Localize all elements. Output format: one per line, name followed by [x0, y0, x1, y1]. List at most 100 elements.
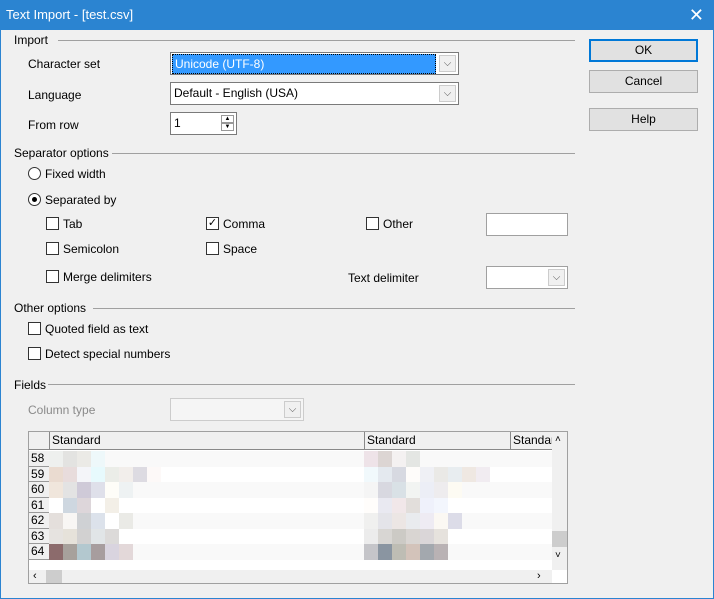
- comma-checkbox[interactable]: ✓: [206, 217, 219, 230]
- other-input[interactable]: [486, 213, 568, 236]
- pixelated-cell: [105, 528, 119, 544]
- charset-select[interactable]: Unicode (UTF-8) ⌵: [170, 52, 459, 75]
- pixelated-cell: [49, 544, 63, 560]
- pixelated-cell: [406, 482, 420, 498]
- pixelated-cell: [420, 513, 434, 529]
- chevron-down-icon: ⌵: [284, 401, 301, 418]
- pixelated-cell: [119, 544, 133, 560]
- pixelated-cell: [77, 466, 91, 482]
- data-preview-grid[interactable]: Standard Standard Standar 58 59 60 61 62 63 64…: [28, 431, 568, 584]
- pixelated-cell: [63, 451, 77, 467]
- text-delimiter-select[interactable]: ⌵: [486, 266, 568, 289]
- pixelated-cell: [147, 466, 161, 482]
- pixelated-cell: [91, 497, 105, 513]
- quoted-field-checkbox[interactable]: [28, 322, 41, 335]
- merge-delimiters-label: Merge delimiters: [63, 270, 152, 284]
- table-row: [49, 451, 552, 467]
- language-value: Default - English (USA): [174, 86, 299, 100]
- pixelated-cell: [105, 497, 119, 513]
- ok-button[interactable]: OK: [589, 39, 698, 62]
- pixelated-cell: [448, 513, 462, 529]
- pixelated-cell: [420, 544, 434, 560]
- pixelated-cell: [378, 544, 392, 560]
- help-button[interactable]: Help: [589, 108, 698, 131]
- table-row: [49, 497, 552, 513]
- pixelated-cell: [406, 544, 420, 560]
- pixelated-cell: [91, 513, 105, 529]
- scroll-left-icon[interactable]: ‹: [33, 570, 37, 582]
- pixelated-cell: [392, 451, 406, 467]
- pixelated-cell: [364, 466, 378, 482]
- charset-value: Unicode (UTF-8): [172, 54, 436, 74]
- tab-checkbox[interactable]: [46, 217, 59, 230]
- pixelated-cell: [378, 466, 392, 482]
- pixelated-cell: [364, 544, 378, 560]
- pixelated-cell: [406, 497, 420, 513]
- spin-up-icon[interactable]: ▲: [221, 115, 234, 123]
- pixelated-cell: [105, 513, 119, 529]
- scroll-down-icon[interactable]: ˅: [555, 550, 561, 561]
- column-header[interactable]: Standard: [364, 432, 511, 450]
- tab-label: Tab: [63, 217, 83, 231]
- vertical-scrollbar[interactable]: ˄ ˅: [552, 432, 567, 570]
- scroll-up-icon[interactable]: ˄: [555, 434, 561, 445]
- cancel-button[interactable]: Cancel: [589, 70, 698, 93]
- space-checkbox[interactable]: [206, 242, 219, 255]
- pixelated-cell: [392, 497, 406, 513]
- divider: [58, 40, 575, 41]
- pixelated-cell: [133, 466, 147, 482]
- pixelated-cell: [434, 544, 448, 560]
- column-type-select[interactable]: ⌵: [170, 398, 304, 421]
- pixelated-cell: [91, 466, 105, 482]
- close-icon[interactable]: ✕: [689, 0, 704, 30]
- from-row-value: 1: [174, 116, 181, 130]
- comma-label: Comma: [223, 217, 266, 231]
- fixed-width-radio[interactable]: [28, 167, 41, 180]
- row-number: 62: [29, 513, 49, 529]
- language-select[interactable]: Default - English (USA) ⌵: [170, 82, 459, 105]
- window-title: Text Import - [test.csv]: [6, 7, 134, 22]
- pixelated-cell: [49, 513, 63, 529]
- pixelated-cell: [434, 482, 448, 498]
- row-number: 64: [29, 544, 49, 560]
- divider: [93, 308, 575, 309]
- pixelated-cell: [63, 528, 77, 544]
- column-header[interactable]: Standar: [510, 432, 552, 450]
- pixelated-cell: [420, 497, 434, 513]
- chevron-down-icon: ⌵: [548, 269, 565, 286]
- column-header[interactable]: Standard: [49, 432, 365, 450]
- separated-by-radio[interactable]: [28, 193, 41, 206]
- row-number: 60: [29, 482, 49, 498]
- pixelated-cell: [392, 466, 406, 482]
- import-section-label: Import: [14, 33, 49, 47]
- spin-down-icon[interactable]: ▼: [221, 123, 234, 131]
- other-checkbox[interactable]: [366, 217, 379, 230]
- scroll-right-icon[interactable]: ›: [537, 570, 541, 582]
- row-number: 63: [29, 528, 49, 544]
- pixelated-cell: [63, 466, 77, 482]
- pixelated-cell: [434, 528, 448, 544]
- merge-delimiters-checkbox[interactable]: [46, 270, 59, 283]
- pixelated-cell: [448, 482, 462, 498]
- detect-special-numbers-checkbox[interactable]: [28, 347, 41, 360]
- column-type-label: Column type: [28, 403, 96, 417]
- row-number: 59: [29, 466, 49, 482]
- pixelated-cell: [91, 451, 105, 467]
- scrollbar-thumb[interactable]: [46, 570, 62, 583]
- pixelated-cell: [119, 466, 133, 482]
- pixelated-cell: [91, 528, 105, 544]
- pixelated-cell: [105, 482, 119, 498]
- pixelated-cell: [77, 544, 91, 560]
- from-row-spinner[interactable]: 1 ▲ ▼: [170, 112, 237, 135]
- other-options-section-label: Other options: [14, 301, 87, 315]
- pixelated-cell: [77, 451, 91, 467]
- corner-header: [29, 432, 49, 450]
- text-delimiter-label: Text delimiter: [348, 271, 419, 285]
- pixelated-cell: [119, 513, 133, 529]
- separator-section-label: Separator options: [14, 146, 109, 160]
- other-label: Other: [383, 217, 414, 231]
- pixelated-cell: [392, 482, 406, 498]
- semicolon-checkbox[interactable]: [46, 242, 59, 255]
- horizontal-scrollbar[interactable]: ‹ ›: [29, 570, 552, 583]
- scrollbar-thumb[interactable]: [552, 531, 567, 547]
